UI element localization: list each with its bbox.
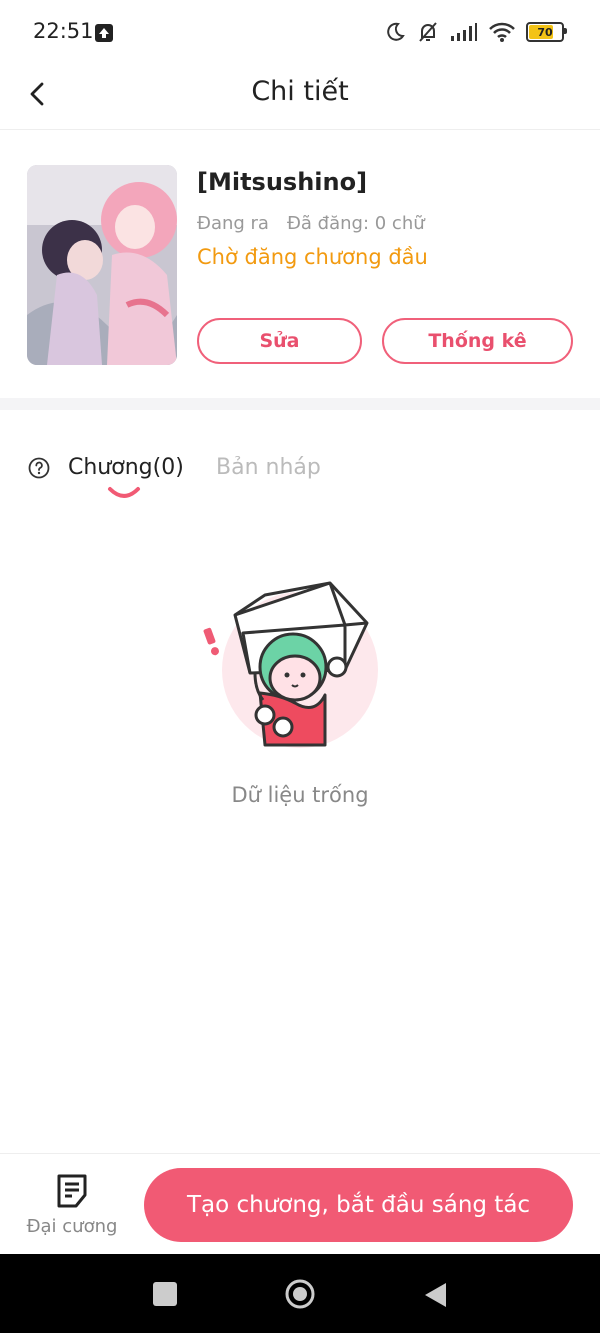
- help-icon[interactable]: [28, 457, 50, 479]
- signal-icon: [451, 23, 477, 41]
- upload-icon: [95, 24, 113, 42]
- battery-icon: 70: [526, 22, 567, 42]
- battery-level: 70: [537, 25, 553, 39]
- outline-label[interactable]: Đại cương: [0, 1216, 144, 1237]
- moon-icon: [387, 22, 405, 41]
- app-header: Chi tiết: [0, 66, 600, 130]
- status-icons: 70: [384, 20, 567, 44]
- stats-button[interactable]: Thống kê: [382, 318, 573, 364]
- bell-off-icon: [419, 22, 437, 42]
- tab-drafts[interactable]: Bản nháp: [216, 455, 321, 480]
- outline-icon[interactable]: [56, 1173, 88, 1209]
- home-icon[interactable]: [284, 1278, 316, 1310]
- work-title: [Mitsushino]: [197, 168, 368, 196]
- create-chapter-button[interactable]: Tạo chương, bắt đầu sáng tác: [144, 1168, 573, 1242]
- page-title: Chi tiết: [251, 76, 349, 107]
- cover-image[interactable]: [27, 165, 177, 365]
- status-time: 22:51: [33, 19, 94, 43]
- empty-state-text: Dữ liệu trống: [231, 783, 369, 807]
- wifi-icon: [489, 22, 515, 42]
- word-count: Đã đăng: 0 chữ: [286, 213, 425, 234]
- work-meta: Đang ra Đã đăng: 0 chữ: [197, 213, 425, 234]
- work-status: Chờ đăng chương đầu: [197, 245, 428, 269]
- status-bar: 22:51 70: [0, 0, 600, 66]
- recents-icon[interactable]: [153, 1282, 177, 1306]
- tab-indicator: [107, 483, 141, 503]
- section-divider: [0, 398, 600, 410]
- tab-chapters[interactable]: Chương(0): [68, 455, 184, 480]
- system-back-icon[interactable]: [422, 1281, 448, 1309]
- work-state: Đang ra: [197, 213, 269, 234]
- edit-button[interactable]: Sửa: [197, 318, 362, 364]
- empty-illustration: [195, 575, 385, 750]
